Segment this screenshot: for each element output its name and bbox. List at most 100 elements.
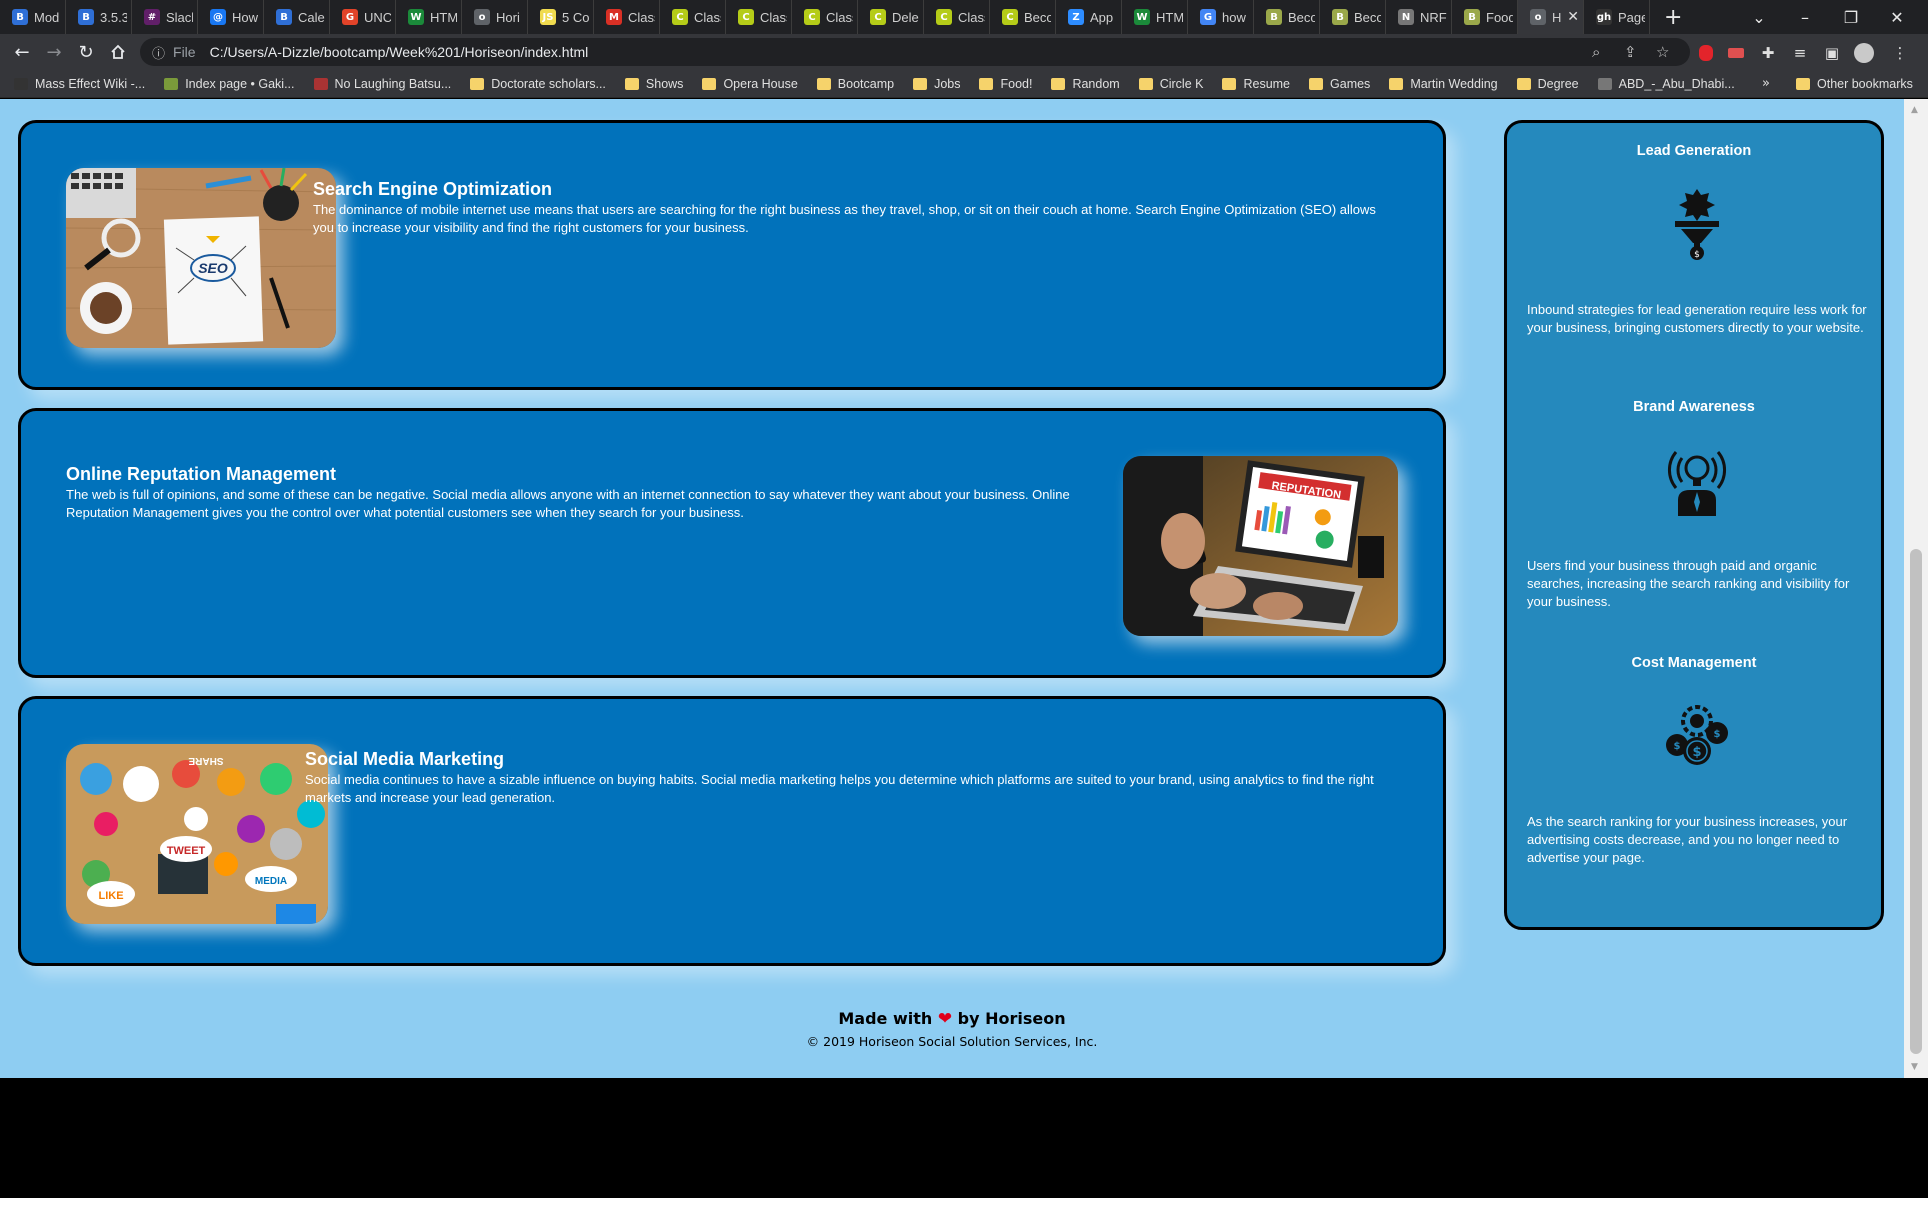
copyright: © 2019 Horiseon Social Solution Services… [806,1034,1098,1049]
section-title: Online Reputation Management [66,464,337,484]
browser-tab[interactable]: C Class [660,0,726,34]
tab-favicon-icon: W [1134,9,1150,25]
bookmark-label: Index page • Gaki... [185,76,295,91]
browser-tab[interactable]: # Slack [132,0,198,34]
bookmark-item[interactable]: Jobs [913,77,960,91]
tab-favicon-icon: o [1530,9,1546,25]
tab-favicon-icon: N [1398,9,1414,25]
close-window-button[interactable]: ✕ [1874,0,1920,34]
section-title: Search Engine Optimization [313,179,553,199]
folder-icon [1389,77,1404,90]
folder-icon [470,77,485,90]
browser-menu-icon[interactable]: ⋮ [1890,43,1910,63]
browser-tab[interactable]: B Beco [1254,0,1320,34]
site-favicon-icon [1597,77,1612,90]
bookmark-item[interactable]: Food! [979,77,1032,91]
browser-tab[interactable]: gh Page [1584,0,1650,34]
side-panel-icon[interactable]: ▣ [1822,43,1842,63]
vertical-scrollbar[interactable]: ▲ ▼ [1904,99,1928,1078]
bookmark-item[interactable]: Opera House [702,77,798,91]
bookmark-item[interactable]: Games [1309,77,1370,91]
section-text: The web is full of opinions, and some of… [66,487,1070,520]
social-media-section: TWEET LIKE MEDIA SHARE Social Media Mark… [18,696,1446,966]
tab-search-button[interactable]: ⌄ [1736,0,1782,34]
browser-tab[interactable]: C Class [792,0,858,34]
browser-tab[interactable]: Ghow [1188,0,1254,34]
scroll-down-arrow-icon[interactable]: ▼ [1911,1062,1918,1072]
reload-button[interactable]: ↻ [70,36,102,68]
tab-title: Dele [892,9,919,25]
other-bookmarks[interactable]: Other bookmarks [1796,70,1913,98]
reading-list-icon[interactable]: ≡ [1790,43,1810,63]
browser-tab[interactable]: C Class [924,0,990,34]
made-with-line: Made with ❤ by Horiseon [0,1009,1904,1029]
adblock-extension-icon[interactable] [1696,43,1716,63]
new-tab-button[interactable]: + [1650,5,1696,30]
restore-button[interactable]: ❐ [1828,0,1874,34]
benefit-text: As the search ranking for your business … [1527,814,1848,865]
bookmark-item[interactable]: Doctorate scholars... [470,77,606,91]
page-footer: Made with ❤ by Horiseon © 2019 Horiseon … [0,1009,1904,1049]
browser-tab[interactable]: M Class [594,0,660,34]
browser-tab[interactable]: o Hori [462,0,528,34]
address-bar[interactable]: ⓘ File C:/Users/A-Dizzle/bootcamp/Week%2… [140,38,1690,66]
tab-title: Hori [496,9,520,25]
browser-tab[interactable]: B Caler [264,0,330,34]
video-extension-icon[interactable] [1726,43,1746,63]
bookmark-item[interactable]: Circle K [1138,77,1203,91]
browser-tab[interactable]: N NRF [1386,0,1452,34]
svg-text:TWEET: TWEET [167,845,206,857]
bookmark-item[interactable]: Resume [1222,77,1290,91]
bookmark-item[interactable]: ABD_-_Abu_Dhabi... [1597,77,1735,91]
tab-favicon-icon: B [276,9,292,25]
bookmark-item[interactable]: Martin Wedding [1389,77,1498,91]
back-button[interactable]: ← [6,36,38,68]
by-horiseon-text: by Horiseon [957,1009,1066,1028]
home-button[interactable] [102,36,134,68]
scrollbar-thumb[interactable] [1910,549,1922,1054]
tab-favicon-icon: B [1266,9,1282,25]
share-icon[interactable]: ⇪ [1624,38,1637,66]
bookmark-item[interactable]: Shows [624,77,683,91]
tab-favicon-icon: Z [1068,9,1084,25]
browser-tab[interactable]: B Beco [1320,0,1386,34]
minimize-button[interactable]: – [1782,0,1828,34]
bookmark-label: Games [1330,76,1371,91]
tab-favicon-icon: B [1464,9,1480,25]
bookmark-item[interactable]: No Laughing Batsu... [313,77,451,91]
browser-tab[interactable]: W HTM [396,0,462,34]
site-info-icon[interactable]: ⓘ [152,43,165,62]
tab-title: H [1552,9,1562,25]
bookmark-item[interactable]: Degree [1516,77,1579,91]
home-icon [111,44,125,59]
bookmark-item[interactable]: Mass Effect Wiki -... [14,77,145,91]
bookmarks-overflow-icon[interactable]: » [1762,76,1770,91]
browser-tab[interactable]: B Mod [0,0,66,34]
browser-tab[interactable]: G UNC [330,0,396,34]
extensions-puzzle-icon[interactable]: ✚ [1758,43,1778,63]
bookmark-item[interactable]: Index page • Gaki... [164,76,295,91]
browser-tab[interactable]: B Food [1452,0,1518,34]
tab-favicon-icon: C [870,9,886,25]
benefit-text: Inbound strategies for lead generation r… [1527,302,1867,335]
browser-tab[interactable]: B 3.5.3 [66,0,132,34]
browser-tab[interactable]: JS 5 Co [528,0,594,34]
browser-tab[interactable]: C Class [726,0,792,34]
browser-tab[interactable]: Z App [1056,0,1122,34]
bookmark-star-icon[interactable]: ☆ [1656,38,1669,66]
bookmark-label: Resume [1243,76,1291,91]
forward-button[interactable]: → [38,36,70,68]
svg-text:MEDIA: MEDIA [255,876,287,887]
zoom-icon[interactable]: ⌕ [1592,38,1600,66]
browser-tab[interactable]: o H ✕ [1518,0,1584,34]
bookmark-item[interactable]: Bootcamp [816,77,894,91]
profile-avatar[interactable] [1854,43,1874,63]
url-text[interactable]: C:/Users/A-Dizzle/bootcamp/Week%201/Hori… [210,44,589,60]
browser-tab[interactable]: W HTM [1122,0,1188,34]
browser-tab[interactable]: @ How [198,0,264,34]
tab-close-icon[interactable]: ✕ [1567,9,1579,25]
browser-tab[interactable]: C Dele [858,0,924,34]
bookmark-item[interactable]: Random [1051,77,1120,91]
browser-tab[interactable]: C Beco [990,0,1056,34]
scroll-up-arrow-icon[interactable]: ▲ [1911,105,1918,115]
